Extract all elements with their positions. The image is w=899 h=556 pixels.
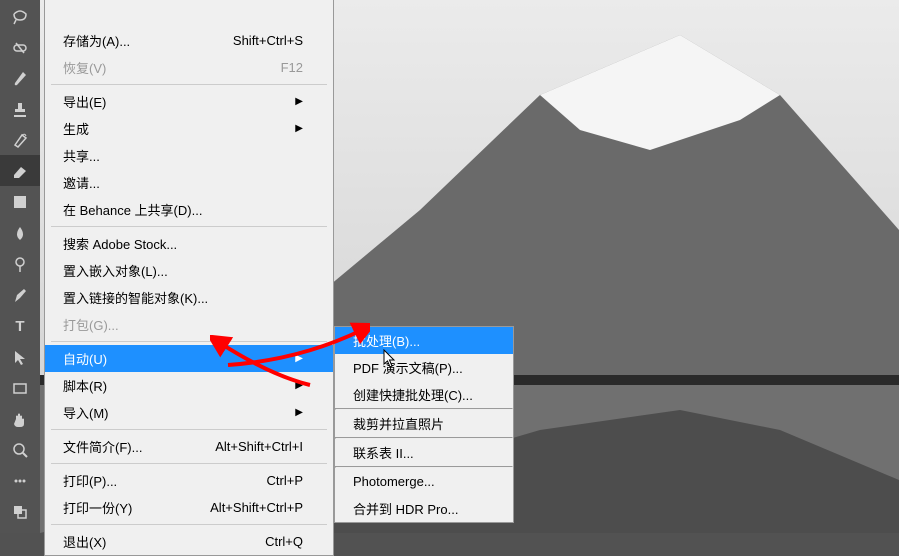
healing-icon[interactable] [0, 31, 40, 62]
menu-item-shortcut: Ctrl+Q [265, 534, 303, 549]
stamp-icon[interactable] [0, 93, 40, 124]
menu-item-label: 裁剪并拉直照片 [353, 414, 444, 433]
menu-item: 打包(G)... [45, 311, 333, 338]
ellipsis-icon[interactable] [0, 465, 40, 496]
history-icon[interactable] [0, 124, 40, 155]
menu-item[interactable]: 共享... [45, 142, 333, 169]
menu-item-label: 存储为(A)... [63, 31, 130, 50]
menu-item[interactable]: 批处理(B)... [335, 327, 513, 354]
eraser-icon[interactable] [0, 155, 40, 186]
menu-item-label: 创建快捷批处理(C)... [353, 385, 473, 404]
menu-item[interactable]: 导入(M) ▶ [45, 399, 333, 426]
menu-item-label: 打印(P)... [63, 471, 117, 490]
lasso-icon[interactable] [0, 0, 40, 31]
menu-separator [51, 463, 327, 464]
menu-item[interactable]: 置入嵌入对象(L)... [45, 257, 333, 284]
menu-item-label: 文件简介(F)... [63, 437, 142, 456]
menu-item[interactable]: 自动(U) ▶ [45, 345, 333, 372]
menu-item-label: 脚本(R) [63, 376, 107, 395]
menu-separator [51, 84, 327, 85]
menu-item[interactable]: 文件简介(F)... Alt+Shift+Ctrl+I [45, 433, 333, 460]
submenu-arrow-icon: ▶ [295, 123, 303, 134]
menu-item-shortcut: Shift+Ctrl+S [233, 33, 303, 48]
menu-item-label: 退出(X) [63, 532, 106, 551]
menu-item-label: 联系表 II... [353, 443, 414, 462]
automate-submenu: 批处理(B)... PDF 演示文稿(P)... 创建快捷批处理(C)... 裁剪并拉… [334, 326, 514, 523]
menu-item[interactable]: 置入链接的智能对象(K)... [45, 284, 333, 311]
rect-icon[interactable] [0, 372, 40, 403]
menu-item-label: PDF 演示文稿(P)... [353, 358, 463, 377]
menu-item[interactable]: 导出(E) ▶ [45, 88, 333, 115]
toolbar: T [0, 0, 40, 533]
blur-icon[interactable] [0, 217, 40, 248]
menu-item-label: 导入(M) [63, 403, 109, 422]
swatch-icon[interactable] [0, 496, 40, 527]
menu-separator [51, 429, 327, 430]
hand-icon[interactable] [0, 403, 40, 434]
menu-item-shortcut: Ctrl+P [267, 473, 303, 488]
cursor [383, 349, 397, 369]
gradient-icon[interactable] [0, 186, 40, 217]
menu-item-label: 置入嵌入对象(L)... [63, 261, 168, 280]
path-icon[interactable] [0, 341, 40, 372]
menu-item[interactable]: 联系表 II... [335, 439, 513, 466]
menu-separator [51, 524, 327, 525]
zoom-icon[interactable] [0, 434, 40, 465]
menu-item-label: 置入链接的智能对象(K)... [63, 288, 208, 307]
file-menu: 存储为(A)... Shift+Ctrl+S 恢复(V) F12 导出(E) ▶ 生成 ▶ 共享… [44, 0, 334, 556]
menu-item-label: 恢复(V) [63, 58, 106, 77]
menu-item-label: 批处理(B)... [353, 331, 420, 350]
menu-item[interactable]: PDF 演示文稿(P)... [335, 354, 513, 381]
menu-item[interactable]: 邀请... [45, 169, 333, 196]
menu-item-label: 在 Behance 上共享(D)... [63, 200, 202, 219]
menu-item-label: 搜索 Adobe Stock... [63, 234, 177, 253]
menu-item-label: 打印一份(Y) [63, 498, 132, 517]
menu-separator [51, 341, 327, 342]
menu-item-label: 导出(E) [63, 92, 106, 111]
menu-item[interactable]: 脚本(R) ▶ [45, 372, 333, 399]
menu-item[interactable]: 退出(X) Ctrl+Q [45, 528, 333, 555]
submenu-arrow-icon: ▶ [295, 407, 303, 418]
submenu-arrow-icon: ▶ [295, 380, 303, 391]
pen-icon[interactable] [0, 279, 40, 310]
menu-item-label: 合并到 HDR Pro... [353, 499, 458, 518]
menu-item-label: Photomerge... [353, 474, 435, 489]
menu-item[interactable]: 合并到 HDR Pro... [335, 495, 513, 522]
svg-text:T: T [15, 318, 24, 335]
menu-item: 恢复(V) F12 [45, 54, 333, 81]
menu-item-label: 共享... [63, 146, 100, 165]
menu-item [45, 0, 333, 27]
menu-item[interactable]: 存储为(A)... Shift+Ctrl+S [45, 27, 333, 54]
dodge-icon[interactable] [0, 248, 40, 279]
menu-item[interactable]: 打印一份(Y) Alt+Shift+Ctrl+P [45, 494, 333, 521]
menu-item-shortcut: Alt+Shift+Ctrl+P [210, 500, 303, 515]
menu-item[interactable]: 打印(P)... Ctrl+P [45, 467, 333, 494]
menu-item[interactable]: 在 Behance 上共享(D)... [45, 196, 333, 223]
menu-item-label: 打包(G)... [63, 315, 119, 334]
menu-item[interactable]: 生成 ▶ [45, 115, 333, 142]
menu-item[interactable]: 创建快捷批处理(C)... [335, 381, 513, 408]
submenu-arrow-icon: ▶ [295, 96, 303, 107]
menu-item[interactable]: 裁剪并拉直照片 [335, 410, 513, 437]
menu-item-label: 自动(U) [63, 349, 107, 368]
brush-icon[interactable] [0, 62, 40, 93]
menu-item-shortcut: F12 [281, 60, 303, 75]
menu-item[interactable]: 搜索 Adobe Stock... [45, 230, 333, 257]
type-icon[interactable]: T [0, 310, 40, 341]
submenu-arrow-icon: ▶ [295, 353, 303, 364]
menu-item-label: 生成 [63, 119, 89, 138]
menu-item-label: 邀请... [63, 173, 100, 192]
menu-item[interactable]: Photomerge... [335, 468, 513, 495]
menu-separator [51, 226, 327, 227]
menu-item-shortcut: Alt+Shift+Ctrl+I [215, 439, 303, 454]
